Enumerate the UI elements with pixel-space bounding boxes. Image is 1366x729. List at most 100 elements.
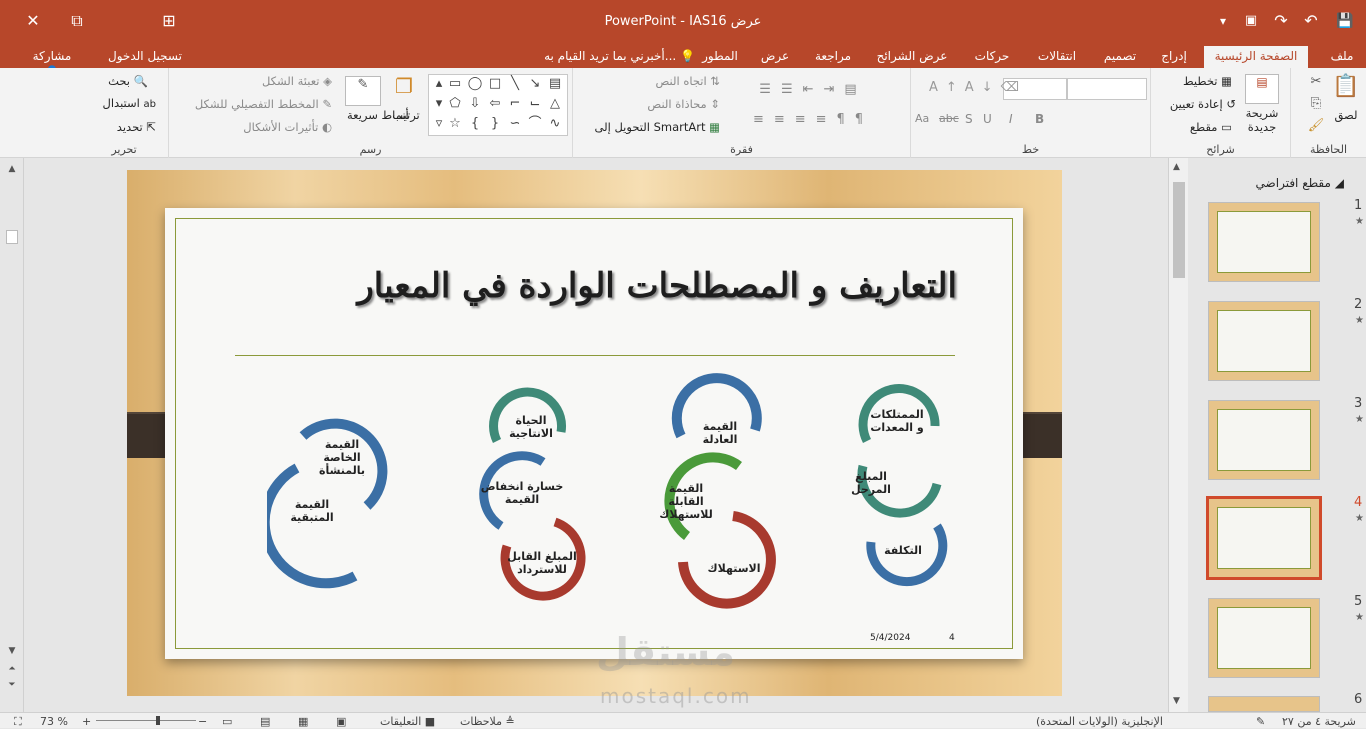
prev-slide-icon[interactable]: ⏶ — [5, 664, 19, 676]
brace-left-icon[interactable]: { — [467, 117, 483, 131]
slide-canvas[interactable]: التعاريف و المصطلحات الواردة في المعيار … — [127, 170, 1062, 696]
triangle-icon[interactable]: △ — [547, 97, 563, 111]
tab-file[interactable]: ملف — [1324, 48, 1360, 68]
shape-gallery-more-icon[interactable]: ▿ — [431, 117, 447, 131]
smartart-button[interactable]: التحويل إلى SmartArt ▦ — [595, 120, 720, 134]
find-button[interactable]: بحث 🔍 — [108, 74, 148, 88]
reading-view-icon[interactable]: ▤ — [260, 715, 270, 728]
slide-thumbnail-4[interactable] — [1206, 496, 1322, 580]
zoom-out-button[interactable]: − — [198, 715, 207, 728]
align-text-button[interactable]: محاذاة النص ⇕ — [647, 97, 720, 111]
elbow-connector-icon[interactable]: ⌙ — [527, 97, 543, 111]
shape-outline-button[interactable]: المخطط التفصيلي للشكل ✎ — [195, 97, 332, 111]
quick-styles-label[interactable]: أنماط سريعة — [347, 108, 409, 122]
oval-icon[interactable]: ◯ — [467, 77, 483, 91]
shape-gallery-down-icon[interactable]: ▾ — [431, 97, 447, 111]
list-icons[interactable]: ☰☰⇤⇥▤ — [733, 82, 893, 97]
editor-vertical-scrollbar[interactable]: ▲ ▼ ⏶ ⏷ — [0, 158, 24, 712]
customize-toolbar-icon[interactable]: ▾ — [1212, 10, 1234, 32]
italic-button[interactable]: I — [1009, 112, 1013, 126]
underline-button[interactable]: U — [983, 112, 992, 126]
font-size-adjust-icons[interactable]: A↑A↓⌫ — [929, 80, 1019, 95]
cycle-diagram-3[interactable]: الحياة الانتاجية خسارة انخفاض القيمة الم… — [457, 376, 597, 616]
brace-right-icon[interactable]: } — [487, 117, 503, 131]
tell-me-search[interactable]: أخبرني بما تريد القيام به... 💡 — [525, 49, 695, 63]
reset-button[interactable]: إعادة تعيين ↺ — [1170, 97, 1236, 111]
change-case-button[interactable]: Aa — [915, 112, 929, 125]
shape-fill-button[interactable]: تعبئة الشكل ◈ — [262, 74, 332, 88]
share-button[interactable]: مشاركة 👤 — [24, 48, 80, 79]
format-painter-icon[interactable]: 🖌 — [1307, 118, 1325, 133]
zoom-in-button[interactable]: + — [82, 715, 91, 728]
shape-effects-button[interactable]: تأثيرات الأشكال ◐ — [243, 120, 332, 134]
zoom-slider-thumb[interactable] — [156, 716, 160, 725]
arrow-line-icon[interactable]: ↘ — [527, 77, 543, 91]
slide-thumbnail-2[interactable] — [1208, 301, 1320, 381]
slide-sorter-icon[interactable]: ▦ — [298, 715, 308, 728]
freeform-icon[interactable]: ∿ — [547, 117, 563, 131]
down-arrow-shape-icon[interactable]: ⇩ — [467, 97, 483, 111]
paste-icon[interactable]: 📋 — [1331, 74, 1361, 104]
present-icon[interactable]: ▣ — [1240, 10, 1262, 32]
paste-label[interactable]: لصق — [1331, 108, 1361, 122]
new-slide-label[interactable]: شريحة جديدة — [1237, 106, 1287, 134]
undo-icon[interactable]: ↶ — [1300, 10, 1322, 32]
new-slide-icon[interactable]: ▤ — [1245, 74, 1279, 104]
textbox-icon[interactable]: ▤ — [547, 77, 563, 91]
select-button[interactable]: تحديد ⇱ — [117, 120, 156, 134]
fit-to-window-icon[interactable]: ⛶ — [14, 715, 22, 729]
text-direction-button[interactable]: اتجاه النص ⇅ — [655, 74, 720, 88]
shape-gallery-up-icon[interactable]: ▴ — [431, 77, 447, 91]
close-icon[interactable]: ✕ — [22, 10, 44, 32]
save-icon[interactable]: 💾 — [1334, 10, 1356, 32]
strikethrough-button[interactable]: abc — [939, 112, 959, 125]
arrange-label[interactable]: ترتيب — [389, 108, 423, 122]
cycle-diagram-4[interactable]: القيمة الخاصة بالمنشأة القيمة المتبقية — [259, 396, 407, 596]
section-button[interactable]: مقطع ▭ — [1190, 120, 1232, 134]
connector-icon[interactable]: ⌐ — [507, 97, 523, 111]
scroll-up-icon[interactable]: ▲ — [5, 164, 19, 176]
arc-icon[interactable]: ⌒ — [527, 117, 543, 131]
slide-thumbnail-6[interactable] — [1208, 696, 1320, 712]
tab-slideshow[interactable]: عرض الشرائح — [872, 48, 952, 68]
slide-thumbnail-1[interactable] — [1208, 202, 1320, 282]
zoom-level[interactable]: 73 % — [40, 715, 68, 728]
rectangle-icon[interactable]: ▭ — [447, 77, 463, 91]
thumbnails-scrollbar[interactable]: ▲ ▼ — [1168, 158, 1188, 712]
slide-thumbnail-3[interactable] — [1208, 400, 1320, 480]
ribbon-display-icon[interactable]: ⊞ — [158, 10, 180, 32]
copy-icon[interactable]: ⎘ — [1307, 96, 1325, 111]
tab-animations[interactable]: حركات — [968, 48, 1016, 68]
tab-home[interactable]: الصفحة الرئيسية — [1204, 46, 1308, 68]
square-icon[interactable]: □ — [487, 77, 503, 91]
normal-view-icon[interactable]: ▣ — [336, 715, 346, 728]
layout-button[interactable]: تخطيط ▦ — [1183, 74, 1232, 88]
tab-insert[interactable]: إدراج — [1156, 48, 1192, 68]
arrange-icon[interactable]: ❐ — [389, 74, 419, 104]
restore-icon[interactable]: ⧉ — [66, 10, 88, 32]
curve-icon[interactable]: ∽ — [507, 117, 523, 131]
notes-button[interactable]: ملاحظات ≜ — [460, 715, 515, 728]
next-slide-icon[interactable]: ⏷ — [5, 680, 19, 692]
scroll-down-icon[interactable]: ▼ — [5, 646, 19, 658]
redo-icon[interactable]: ↷ — [1270, 10, 1292, 32]
comments-button[interactable]: التعليقات ■ — [380, 715, 435, 728]
spelling-icon[interactable]: ✎ — [1256, 715, 1265, 728]
left-arrow-shape-icon[interactable]: ⇦ — [487, 97, 503, 111]
tab-review[interactable]: مراجعة — [810, 48, 856, 68]
slideshow-view-icon[interactable]: ▭ — [222, 715, 232, 728]
font-name-field[interactable] — [1067, 78, 1147, 100]
align-icons[interactable]: ≡≡≡≡¶¶ — [733, 112, 893, 127]
shadow-button[interactable]: S — [965, 112, 973, 126]
section-header[interactable]: مقطع افتراضي ◢ — [1256, 176, 1344, 190]
shapes-gallery[interactable]: ▴ ▾ ▿ ▭ ◯ □ ╲ ↘ ▤ ⬠ ⇩ ⇦ ⌐ ⌙ △ ☆ { } ∽ ⌒ … — [428, 74, 568, 136]
signin-button[interactable]: تسجيل الدخول — [100, 48, 190, 68]
slide-thumbnail-5[interactable] — [1208, 598, 1320, 678]
tab-developer[interactable]: المطور — [700, 48, 740, 68]
zoom-slider[interactable] — [96, 720, 196, 721]
tab-design[interactable]: تصميم — [1098, 48, 1142, 68]
cycle-diagram-2[interactable]: القيمة العادلة القيمة القابلة للاستهلاك … — [637, 366, 787, 626]
thumb-scroll-down-icon[interactable]: ▼ — [1173, 696, 1180, 706]
thumb-scroll-up-icon[interactable]: ▲ — [1173, 162, 1180, 172]
pentagon-icon[interactable]: ⬠ — [447, 97, 463, 111]
